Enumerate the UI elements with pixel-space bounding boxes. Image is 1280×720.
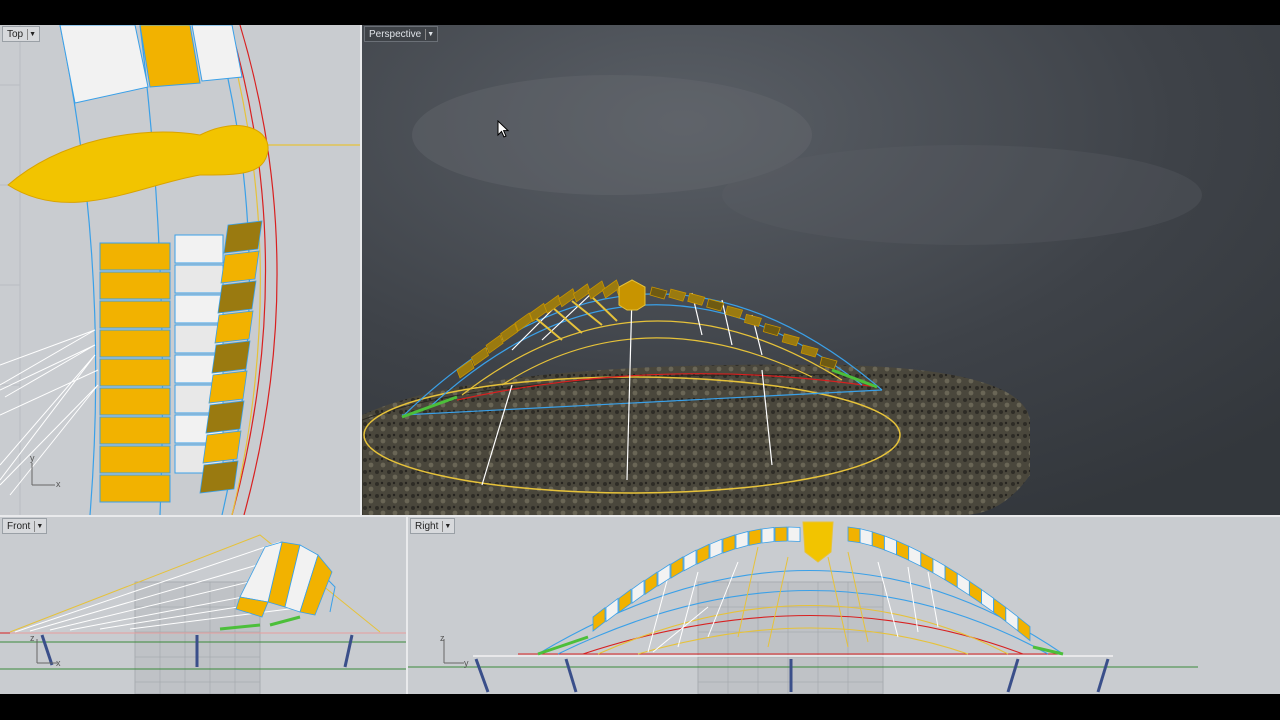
panel-tile: [722, 534, 736, 554]
axis-label-z: z: [30, 633, 35, 643]
panel-tile: [205, 400, 245, 434]
front-viewport[interactable]: Front ▼ z x: [0, 517, 406, 694]
panel-tile: [774, 526, 788, 542]
panel-tile: [735, 530, 749, 550]
panel-tile: [993, 597, 1007, 623]
panel-tile: [956, 572, 970, 596]
front-panels: [235, 541, 333, 618]
perspective-scene: [362, 25, 1280, 515]
panel-tile: [871, 531, 885, 551]
axis-label-z: z: [440, 633, 445, 643]
panel-tile: [214, 310, 254, 344]
mouse-pointer-icon: [497, 120, 510, 138]
viewport-title-front[interactable]: Front ▼: [2, 518, 48, 534]
axis-label-x: x: [56, 479, 61, 489]
panel-tile: [920, 551, 934, 574]
panel-tile: [631, 579, 645, 604]
panel-tile: [202, 430, 242, 464]
panel-tile: [99, 329, 171, 358]
panel-tile: [709, 538, 723, 559]
panel-tile: [644, 571, 658, 596]
panel-tile: [748, 528, 762, 546]
right-viewport[interactable]: Right ▼ z y: [408, 517, 1280, 694]
panel-tile: [618, 588, 632, 614]
top-view-scene: y x: [0, 25, 360, 515]
panel-tile: [99, 416, 171, 445]
panel-tile: [787, 526, 801, 542]
panel-tile: [896, 540, 909, 561]
viewport-label-text: Perspective: [369, 28, 422, 40]
panel-tile: [1005, 606, 1019, 632]
axis-label-x: x: [56, 658, 61, 668]
panel-tile: [605, 597, 619, 623]
viewport-label-text: Right: [415, 520, 439, 532]
panel-tile: [1017, 616, 1031, 642]
panel-tile: [217, 280, 257, 314]
panel-tile: [670, 556, 684, 579]
chevron-down-icon[interactable]: ▼: [34, 520, 44, 532]
panel-column-yellow: [99, 242, 171, 503]
panel-tile: [761, 527, 775, 544]
viewport-title-top[interactable]: Top ▼: [2, 26, 41, 42]
panel-tile: [944, 565, 958, 588]
panel-tile: [908, 545, 922, 567]
panel-tile: [99, 300, 171, 329]
panel-tile: [592, 606, 606, 632]
panel-tile: [696, 543, 710, 565]
panel-tile: [99, 242, 171, 271]
viewport-label-text: Top: [7, 28, 24, 40]
panel-tile: [99, 387, 171, 416]
panel-tile: [174, 234, 224, 264]
front-view-scene: z x: [0, 534, 406, 694]
viewport-title-right[interactable]: Right ▼: [410, 518, 456, 534]
panel-tile: [969, 580, 982, 605]
panel-tile: [223, 220, 263, 254]
panel-tile: [847, 526, 861, 544]
panel-tile: [683, 549, 697, 572]
viewport-title-perspective[interactable]: Perspective ▼: [364, 26, 439, 42]
panel-tile: [199, 460, 239, 494]
axis-label-y: y: [464, 658, 469, 668]
panel-tile: [884, 535, 897, 556]
panel-tile: [211, 340, 251, 374]
panel-tile: [99, 271, 171, 300]
chevron-down-icon[interactable]: ▼: [27, 28, 37, 40]
axis-label-y: y: [30, 453, 35, 463]
perspective-viewport[interactable]: Perspective ▼: [362, 25, 1280, 515]
panel-tile: [208, 370, 248, 404]
panel-tile: [859, 528, 873, 547]
panel-tile: [99, 358, 171, 387]
panel-tile: [99, 474, 171, 503]
chevron-down-icon[interactable]: ▼: [425, 28, 435, 40]
panel-tile: [174, 264, 224, 294]
right-view-scene: z y: [408, 521, 1198, 694]
panel-tile: [174, 294, 224, 324]
panel-tile: [932, 558, 946, 581]
panel-tile: [657, 563, 671, 587]
top-viewport[interactable]: Top ▼ y x: [0, 25, 360, 515]
viewport-label-text: Front: [7, 520, 31, 532]
chevron-down-icon[interactable]: ▼: [442, 520, 452, 532]
panel-tile: [99, 445, 171, 474]
panel-tile: [220, 250, 260, 284]
